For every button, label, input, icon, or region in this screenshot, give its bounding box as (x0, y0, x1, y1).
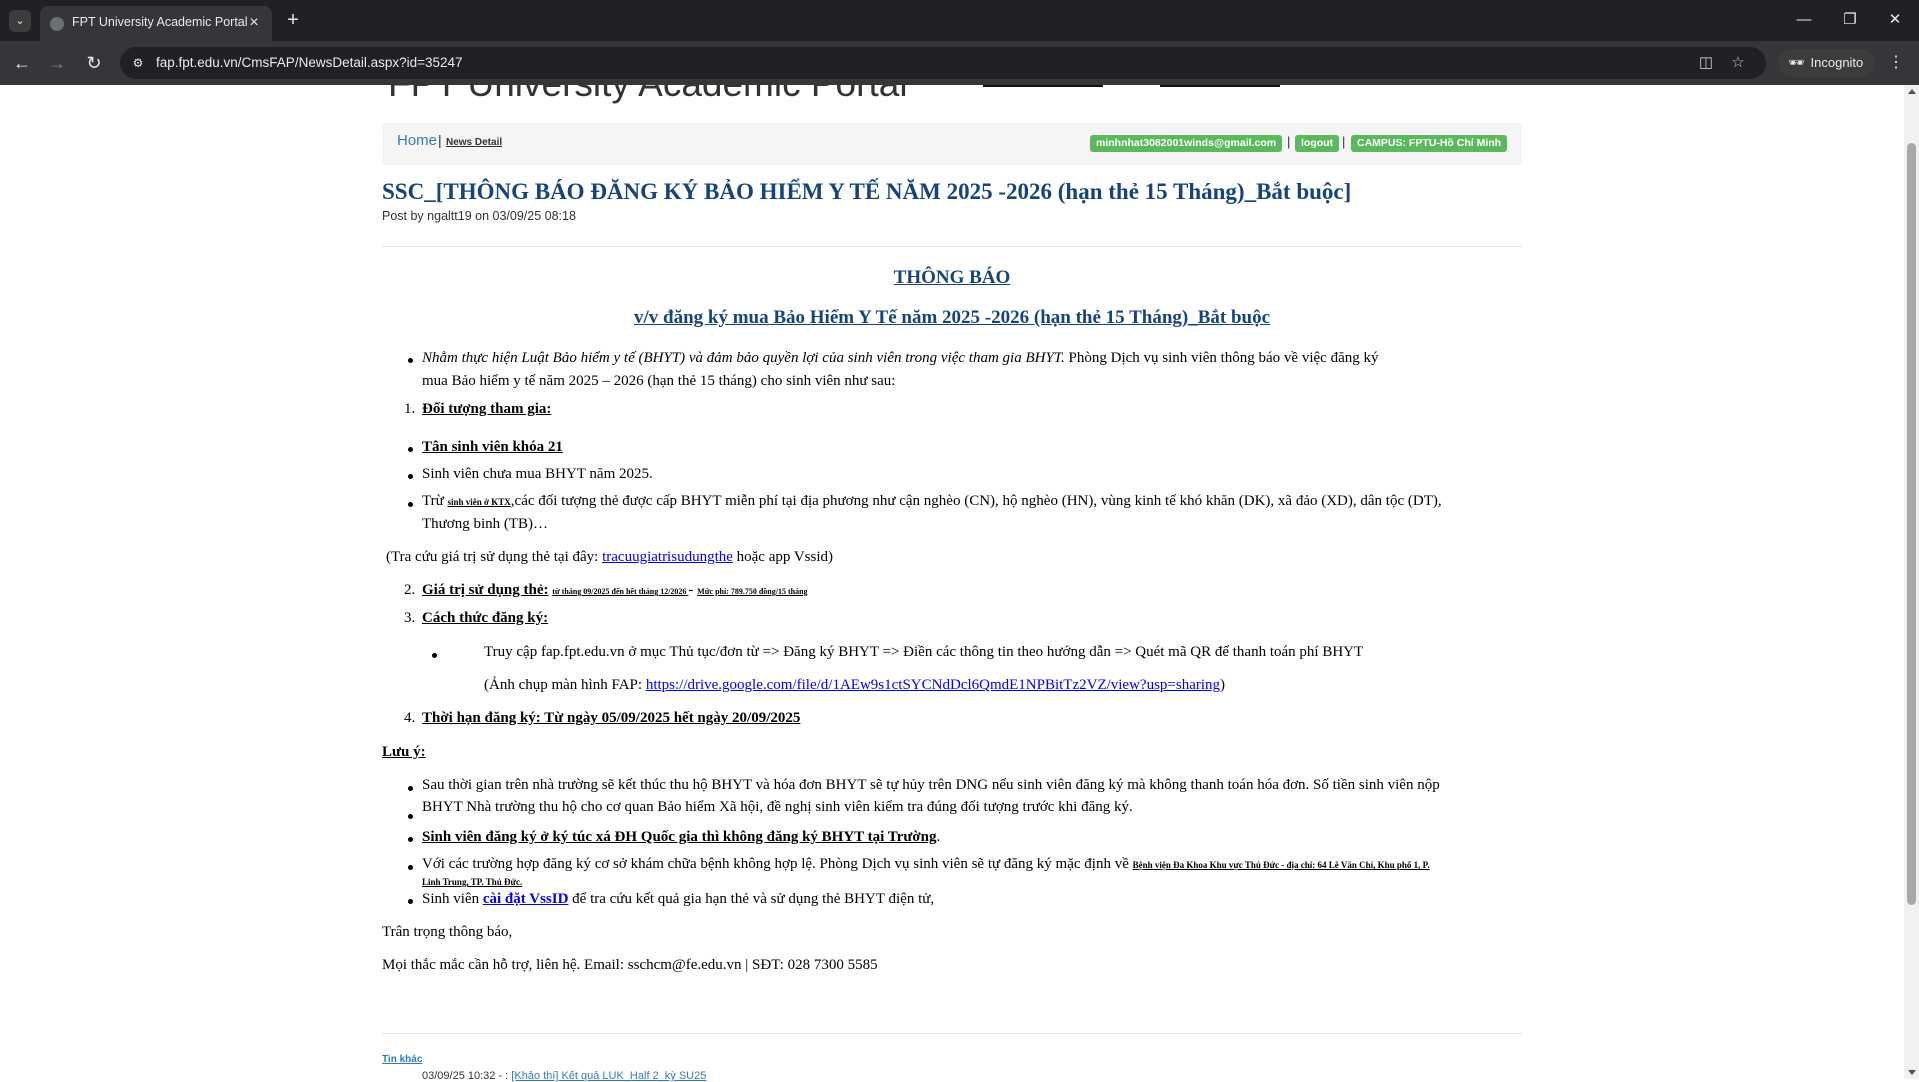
address-bar[interactable]: ⚙ fap.fpt.edu.vn/CmsFAP/NewsDetail.aspx?… (120, 47, 1766, 79)
logout-button[interactable]: logout (1295, 135, 1340, 152)
browser-toolbar: ← → ↻ ⚙ fap.fpt.edu.vn/CmsFAP/NewsDetail… (0, 41, 1919, 85)
header-banner-right (1160, 85, 1280, 87)
reload-icon[interactable]: ↻ (82, 51, 106, 75)
section-4-heading: Thời hạn đăng ký: Từ ngày 05/09/2025 hết… (422, 710, 801, 726)
bullet-icon (408, 358, 413, 363)
s3-screenshot-pre: (Ảnh chụp màn hình FAP: (484, 677, 646, 693)
s1-item-2: Sinh viên chưa mua BHYT năm 2025. (422, 466, 653, 482)
user-bar-separator: | (1287, 134, 1291, 149)
section-3-heading: Cách thức đăng ký: (422, 610, 549, 626)
tab-title: FPT University Academic Portal (72, 15, 248, 29)
divider (382, 246, 1522, 247)
forward-icon[interactable]: → (45, 51, 69, 75)
s1-item-3: Trừ sinh viên ở KTX,các đối tượng thẻ đư… (422, 490, 1442, 514)
restore-icon[interactable]: ❐ (1832, 8, 1868, 32)
s1-item-3-ktx: sinh viên ở KTX (447, 497, 511, 507)
page-scrollbar[interactable] (1904, 85, 1919, 1079)
breadcrumb-current[interactable]: News Detail (446, 137, 502, 148)
campus-label[interactable]: CAMPUS: FPTU-Hồ Chí Minh (1351, 135, 1508, 152)
s3-item-1: Truy cập fap.fpt.edu.vn ở mục Thủ tục/đơ… (484, 644, 1364, 660)
s3-screenshot-post: ) (1220, 677, 1226, 693)
s1-item-3-line2: Thương binh (TB)… (422, 516, 549, 532)
s1-item-3-pre: Trừ (422, 493, 448, 509)
browser-tab[interactable]: FPT University Academic Portal × (40, 6, 272, 41)
bullet-icon (408, 786, 413, 791)
section-number: 2. (404, 582, 416, 598)
s1-item-3-rest: ,các đối tượng thẻ được cấp BHYT miễn ph… (510, 493, 1442, 509)
lookup-line: (Tra cứu giá trị sử dụng thẻ tại đây: tr… (386, 546, 833, 569)
lookup-link[interactable]: tracuugiatrisudungthe (602, 549, 733, 565)
lookup-post: hoặc app Vssid) (732, 549, 834, 565)
intro-line-1: Nhằm thực hiện Luật Bảo hiểm y tế (BHYT)… (422, 347, 1379, 370)
favicon-icon (50, 17, 64, 31)
url-text[interactable]: fap.fpt.edu.vn/CmsFAP/NewsDetail.aspx?id… (156, 55, 463, 70)
minimize-icon[interactable]: — (1786, 8, 1822, 32)
notice-subheading: v/v đăng ký mua Bảo Hiểm Y Tế năm 2025 -… (633, 307, 1271, 328)
breadcrumb-home-link[interactable]: Home (397, 132, 437, 149)
s1-item-1: Tân sinh viên khóa 21 (422, 439, 563, 455)
section-2-heading: Giá trị sử dụng thẻ: (422, 582, 549, 598)
bullet-icon (432, 653, 437, 658)
note-heading: Lưu ý: (382, 744, 426, 760)
section-2-line: Giá trị sử dụng thẻ: từ tháng 09/2025 đế… (422, 579, 808, 603)
tab-close-icon[interactable]: × (244, 13, 264, 33)
notice-heading: THÔNG BÁO (893, 267, 1011, 288)
tab-search-icon[interactable]: ⌄ (9, 10, 31, 32)
user-bar-separator: | (1342, 134, 1346, 149)
bookmark-star-icon[interactable]: ☆ (1728, 53, 1748, 73)
section-number: 3. (404, 610, 416, 626)
note-1-line-1: Sau thời gian trên nhà trường sẽ kết thú… (422, 777, 1440, 793)
s3-screenshot-line: (Ảnh chụp màn hình FAP: https://drive.go… (484, 674, 1225, 697)
bullet-icon (408, 447, 413, 452)
portal-title: FPT University Academic Portal (388, 85, 908, 105)
site-info-icon[interactable]: ⚙ (128, 53, 148, 73)
browser-menu-icon[interactable]: ⋮ (1886, 51, 1906, 75)
header-banner-left (983, 85, 1103, 87)
back-icon[interactable]: ← (10, 51, 34, 75)
section-number: 4. (404, 710, 416, 726)
page-viewport: FPT University Academic Portal Home | Ne… (0, 85, 1904, 1079)
section-2-fee: Mức phí: 789.750 đồng/15 tháng (697, 587, 808, 596)
translate-icon[interactable]: ◫ (1696, 53, 1716, 73)
breadcrumb: Home | News Detail minhnhat3082001winds@… (382, 123, 1522, 165)
post-meta: Post by ngaltt19 on 03/09/25 08:18 (382, 209, 576, 223)
user-email-label[interactable]: minhnhat3082001winds@gmail.com (1090, 135, 1283, 152)
drive-link[interactable]: https://drive.google.com/file/d/1AEw9s1c… (646, 677, 1220, 693)
scroll-up-icon[interactable] (1908, 89, 1916, 94)
note-1-line-2: BHYT Nhà trường thu hộ cho cơ quan Bảo h… (422, 799, 1133, 815)
section-number: 1. (404, 401, 416, 417)
new-tab-icon[interactable]: + (282, 10, 304, 32)
news-title: SSC_[THÔNG BÁO ĐĂNG KÝ BẢO HIỂM Y TẾ NĂM… (382, 179, 1352, 204)
incognito-badge[interactable]: 🕶 Incognito (1778, 49, 1876, 77)
lookup-pre: (Tra cứu giá trị sử dụng thẻ tại đây: (386, 549, 603, 565)
breadcrumb-separator: | (438, 132, 442, 148)
intro-rest: Phòng Dịch vụ sinh viên thông báo về việ… (1064, 350, 1379, 366)
browser-tabstrip: ⌄ FPT University Academic Portal × + — ❐… (0, 0, 1919, 41)
intro-italic: Nhằm thực hiện Luật Bảo hiểm y tế (BHYT)… (422, 350, 1065, 366)
incognito-label: Incognito (1810, 55, 1864, 70)
bullet-icon (408, 814, 413, 819)
section-2-dash: - (688, 582, 698, 598)
bullet-icon (408, 474, 413, 479)
section-1-heading: Đối tượng tham gia: (422, 401, 552, 417)
scrollbar-thumb[interactable] (1907, 143, 1916, 905)
intro-line-2: mua Bảo hiểm y tế năm 2025 – 2026 (hạn t… (422, 373, 896, 389)
scroll-down-icon[interactable] (1908, 1070, 1916, 1075)
section-2-detail: từ tháng 09/2025 đến hết tháng 12/2026 (552, 587, 689, 596)
close-window-icon[interactable]: ✕ (1877, 8, 1913, 32)
bullet-icon (408, 502, 413, 507)
incognito-icon: 🕶 (1788, 55, 1805, 70)
